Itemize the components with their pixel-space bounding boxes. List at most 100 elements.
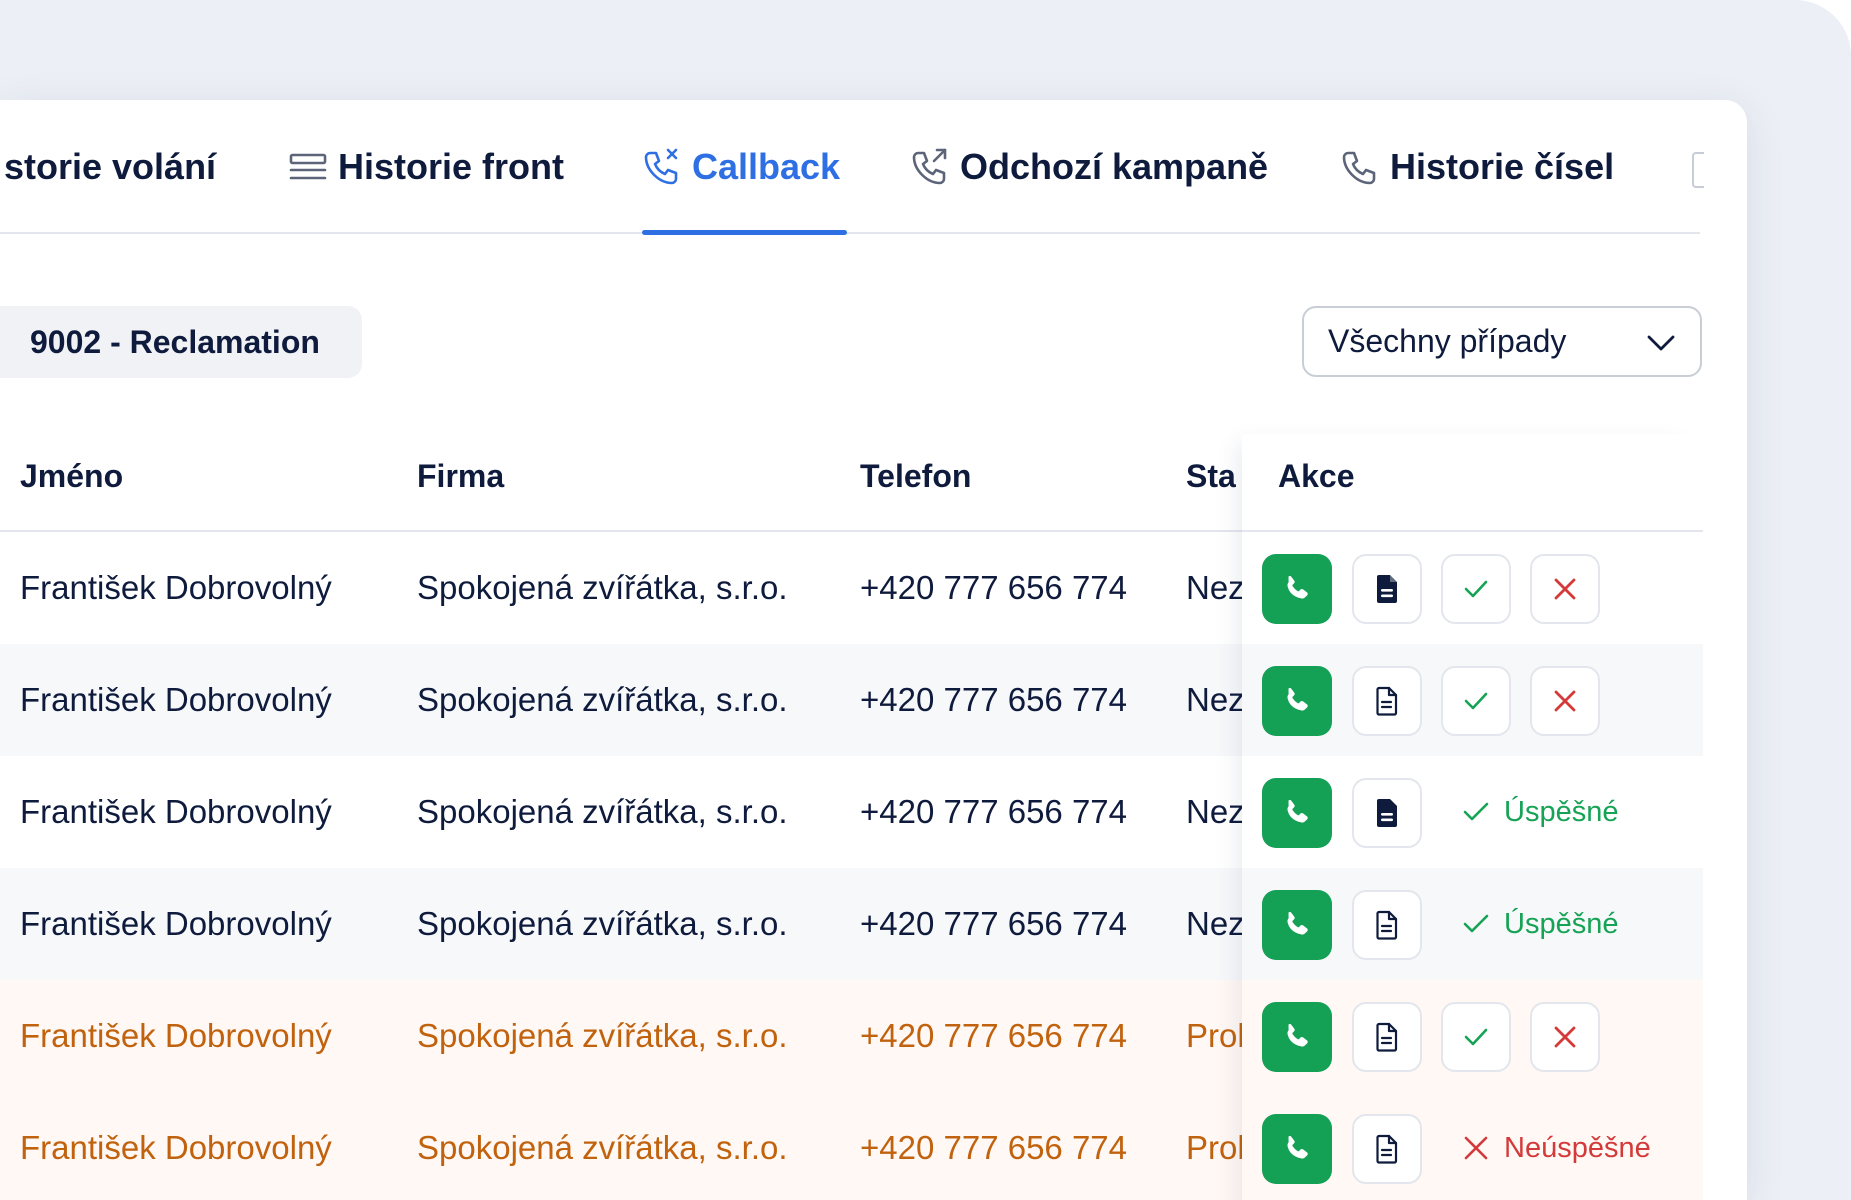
cell-company: Spokojená zvířátka, s.r.o. bbox=[417, 569, 788, 606]
cell-phone: +420 777 656 774 bbox=[860, 793, 1128, 830]
phone-filled-icon bbox=[1287, 1023, 1308, 1047]
note-outline-icon bbox=[1376, 910, 1398, 940]
cell-status: Nez bbox=[1186, 569, 1245, 606]
cell-status: Nez bbox=[1186, 681, 1245, 718]
cell-phone: +420 777 656 774 bbox=[860, 905, 1128, 942]
chevron-down-icon bbox=[1644, 326, 1678, 360]
mark-success-button[interactable] bbox=[1441, 554, 1511, 624]
tab-label: Historie čísel bbox=[1390, 146, 1615, 187]
call-button[interactable] bbox=[1262, 1002, 1332, 1072]
phone-outgoing-icon bbox=[910, 147, 950, 187]
phone-filled-icon bbox=[1287, 575, 1308, 599]
note-button[interactable] bbox=[1352, 778, 1422, 848]
check-icon bbox=[1463, 802, 1489, 821]
queue-chip[interactable]: 9002 - Reclamation bbox=[0, 306, 362, 378]
note-outline-icon bbox=[1376, 1134, 1398, 1164]
cell-phone: +420 777 656 774 bbox=[860, 1129, 1128, 1166]
next-tab-partial-icon[interactable] bbox=[1692, 152, 1704, 188]
close-icon bbox=[1554, 1026, 1576, 1048]
cell-phone: +420 777 656 774 bbox=[860, 1017, 1128, 1054]
actions-row bbox=[1242, 532, 1703, 644]
call-button[interactable] bbox=[1262, 778, 1332, 848]
queue-chip-label: 9002 - Reclamation bbox=[30, 323, 320, 360]
list-lines-icon bbox=[288, 147, 328, 187]
column-header-company[interactable]: Firma bbox=[417, 458, 504, 495]
note-button[interactable] bbox=[1352, 666, 1422, 736]
cell-company: Spokojená zvířátka, s.r.o. bbox=[417, 793, 788, 830]
cell-status: Prol bbox=[1186, 1017, 1245, 1054]
phone-filled-icon bbox=[1287, 911, 1308, 935]
active-tab-indicator bbox=[642, 230, 847, 235]
call-button[interactable] bbox=[1262, 666, 1332, 736]
tab-call-history[interactable]: storie volání bbox=[4, 100, 216, 234]
mark-fail-button[interactable] bbox=[1530, 1002, 1600, 1072]
tab-label: storie volání bbox=[4, 146, 217, 187]
note-filled-icon bbox=[1377, 575, 1397, 603]
note-button[interactable] bbox=[1352, 890, 1422, 960]
note-button[interactable] bbox=[1352, 554, 1422, 624]
cell-name: František Dobrovolný bbox=[20, 681, 332, 718]
case-filter-select[interactable]: Všechny případy bbox=[1302, 306, 1702, 377]
column-header-actions: Akce bbox=[1278, 458, 1355, 494]
mark-fail-button[interactable] bbox=[1530, 554, 1600, 624]
phone-missed-icon bbox=[642, 147, 682, 187]
cell-status: Nez bbox=[1186, 905, 1245, 942]
result-status-success: Úspěšné bbox=[1460, 868, 1618, 980]
result-status-fail: Neúspěšné bbox=[1460, 1092, 1651, 1200]
column-header-status[interactable]: Sta bbox=[1186, 458, 1236, 495]
check-icon bbox=[1464, 580, 1488, 598]
mark-success-button[interactable] bbox=[1441, 1002, 1511, 1072]
result-label: Neúspěšné bbox=[1504, 1131, 1651, 1164]
callback-panel: storie volání Historie front Callback Od… bbox=[0, 100, 1747, 1200]
cell-company: Spokojená zvířátka, s.r.o. bbox=[417, 1017, 788, 1054]
call-button[interactable] bbox=[1262, 890, 1332, 960]
cell-company: Spokojená zvířátka, s.r.o. bbox=[417, 681, 788, 718]
note-filled-icon bbox=[1377, 799, 1397, 827]
phone-filled-icon bbox=[1287, 687, 1308, 711]
cell-phone: +420 777 656 774 bbox=[860, 569, 1128, 606]
check-icon bbox=[1463, 914, 1489, 933]
cell-company: Spokojená zvířátka, s.r.o. bbox=[417, 905, 788, 942]
cell-name: František Dobrovolný bbox=[20, 1129, 332, 1166]
tab-label: Odchozí kampaně bbox=[960, 146, 1269, 187]
call-button[interactable] bbox=[1262, 1114, 1332, 1184]
cell-name: František Dobrovolný bbox=[20, 905, 332, 942]
cell-name: František Dobrovolný bbox=[20, 1017, 332, 1054]
column-header-name[interactable]: Jméno bbox=[20, 458, 123, 495]
close-icon bbox=[1554, 690, 1576, 712]
actions-row: Neúspěšné bbox=[1242, 1092, 1703, 1200]
cell-status: Nez bbox=[1186, 793, 1245, 830]
tab-callback[interactable]: Callback bbox=[642, 100, 840, 234]
actions-row bbox=[1242, 980, 1703, 1092]
tab-label: Callback bbox=[692, 146, 841, 187]
mark-success-button[interactable] bbox=[1441, 666, 1511, 736]
cell-status: Prol bbox=[1186, 1129, 1245, 1166]
note-outline-icon bbox=[1376, 686, 1398, 716]
check-icon bbox=[1464, 1028, 1488, 1046]
close-icon bbox=[1554, 578, 1576, 600]
case-filter-value: Všechny případy bbox=[1328, 323, 1567, 359]
call-button[interactable] bbox=[1262, 554, 1332, 624]
cell-phone: +420 777 656 774 bbox=[860, 681, 1128, 718]
column-header-phone[interactable]: Telefon bbox=[860, 458, 971, 495]
tab-label: Historie front bbox=[338, 146, 565, 187]
phone-filled-icon bbox=[1287, 799, 1308, 823]
actions-column: Akce Úspěšné Úspěšné Neúspěšné bbox=[1242, 434, 1703, 1200]
note-outline-icon bbox=[1376, 1022, 1398, 1052]
cell-company: Spokojená zvířátka, s.r.o. bbox=[417, 1129, 788, 1166]
result-label: Úspěšné bbox=[1504, 795, 1619, 828]
actions-row bbox=[1242, 644, 1703, 756]
tab-outgoing-campaigns[interactable]: Odchozí kampaně bbox=[910, 100, 1268, 234]
tab-queue-history[interactable]: Historie front bbox=[288, 100, 564, 234]
note-button[interactable] bbox=[1352, 1002, 1422, 1072]
cell-name: František Dobrovolný bbox=[20, 569, 332, 606]
tab-number-history[interactable]: Historie čísel bbox=[1340, 100, 1614, 234]
phone-filled-icon bbox=[1287, 1135, 1308, 1159]
mark-fail-button[interactable] bbox=[1530, 666, 1600, 736]
note-button[interactable] bbox=[1352, 1114, 1422, 1184]
actions-row: Úspěšné bbox=[1242, 756, 1703, 868]
cell-name: František Dobrovolný bbox=[20, 793, 332, 830]
result-label: Úspěšné bbox=[1504, 907, 1619, 940]
actions-row: Úspěšné bbox=[1242, 868, 1703, 980]
phone-icon bbox=[1340, 147, 1380, 187]
